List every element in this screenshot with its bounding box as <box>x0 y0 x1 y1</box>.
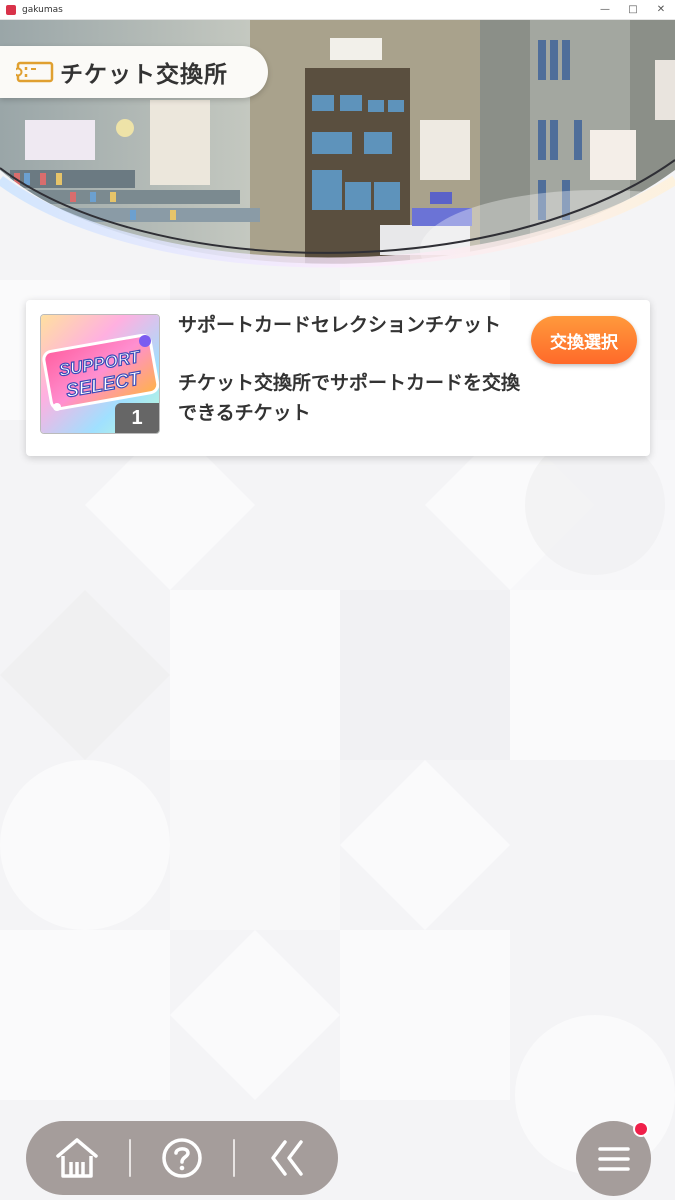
app-icon <box>6 4 16 15</box>
maximize-icon[interactable]: □ <box>619 0 647 20</box>
item-description: チケット交換所でサポートカードを交換できるチケット <box>178 372 521 424</box>
home-icon <box>56 1138 99 1178</box>
help-icon <box>162 1138 202 1178</box>
notification-dot <box>633 1121 649 1137</box>
ticket-icon <box>16 61 54 83</box>
page-title: チケット交換所 <box>60 62 228 88</box>
ticket-item-card: SUPPORT SELECT 1 サポートカードセレクションチケット チケット交… <box>26 300 650 456</box>
quantity-badge: 1 <box>115 403 159 433</box>
exchange-select-button[interactable]: 交換選択 <box>531 316 637 364</box>
window-title: gakumas <box>22 4 63 15</box>
back-button[interactable] <box>235 1121 338 1195</box>
back-icon <box>270 1140 303 1176</box>
support-select-ticket-thumbnail: SUPPORT SELECT 1 <box>40 314 160 434</box>
help-button[interactable] <box>131 1121 234 1195</box>
item-name: サポートカードセレクションチケット <box>178 314 502 336</box>
page-title-banner: チケット交換所 <box>0 46 268 98</box>
close-icon[interactable]: ✕ <box>647 0 675 20</box>
home-button[interactable] <box>26 1121 129 1195</box>
window-controls: — □ ✕ <box>591 0 675 20</box>
bottom-nav-bar <box>26 1121 338 1195</box>
minimize-icon[interactable]: — <box>591 0 619 20</box>
hamburger-menu-icon <box>597 1146 630 1171</box>
window-titlebar: gakumas — □ ✕ <box>0 0 675 20</box>
